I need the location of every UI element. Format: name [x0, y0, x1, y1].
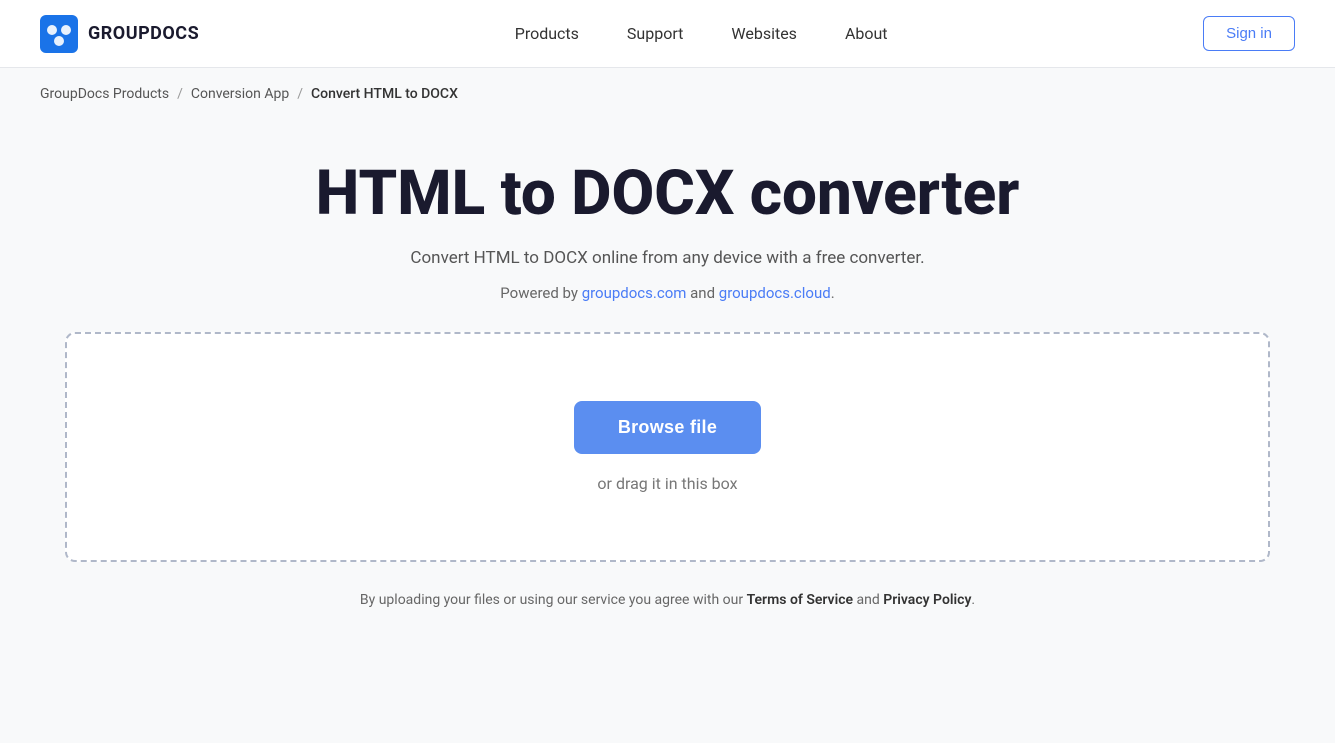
header: GROUPDOCS Products Support Websites Abou…: [0, 0, 1335, 68]
logo-area: GROUPDOCS: [40, 15, 199, 53]
nav-item-support[interactable]: Support: [627, 24, 683, 43]
powered-by-text: Powered by: [500, 284, 581, 302]
page-subtitle: Convert HTML to DOCX online from any dev…: [410, 248, 924, 268]
powered-by-and: and: [686, 284, 718, 302]
breadcrumb: GroupDocs Products / Conversion App / Co…: [0, 68, 1335, 120]
breadcrumb-groupdocs-products[interactable]: GroupDocs Products: [40, 86, 169, 102]
powered-by-link2[interactable]: groupdocs.cloud: [719, 284, 831, 302]
footer-note-prefix: By uploading your files or using our ser…: [360, 592, 747, 608]
breadcrumb-separator-1: /: [177, 86, 183, 102]
nav-item-websites[interactable]: Websites: [731, 24, 797, 43]
main-nav: Products Support Websites About: [515, 24, 888, 43]
privacy-policy-link[interactable]: Privacy Policy: [883, 592, 971, 608]
footer-note-suffix: .: [971, 592, 975, 608]
logo-text: GROUPDOCS: [88, 23, 199, 44]
terms-of-service-link[interactable]: Terms of Service: [747, 592, 853, 608]
nav-item-about[interactable]: About: [845, 24, 888, 43]
breadcrumb-conversion-app[interactable]: Conversion App: [191, 86, 289, 102]
browse-file-button[interactable]: Browse file: [574, 401, 761, 454]
footer-and: and: [853, 592, 883, 608]
nav-item-products[interactable]: Products: [515, 24, 579, 43]
page-title: HTML to DOCX converter: [316, 160, 1020, 228]
powered-by-end: .: [831, 284, 835, 302]
breadcrumb-separator-2: /: [297, 86, 303, 102]
logo-icon: [40, 15, 78, 53]
footer-note: By uploading your files or using our ser…: [360, 592, 975, 608]
breadcrumb-current: Convert HTML to DOCX: [311, 86, 458, 102]
dropzone[interactable]: Browse file or drag it in this box: [65, 332, 1270, 562]
drag-text: or drag it in this box: [597, 474, 737, 493]
powered-by: Powered by groupdocs.com and groupdocs.c…: [500, 284, 834, 302]
signin-button[interactable]: Sign in: [1203, 16, 1295, 51]
main-content: HTML to DOCX converter Convert HTML to D…: [0, 120, 1335, 608]
powered-by-link1[interactable]: groupdocs.com: [582, 284, 687, 302]
